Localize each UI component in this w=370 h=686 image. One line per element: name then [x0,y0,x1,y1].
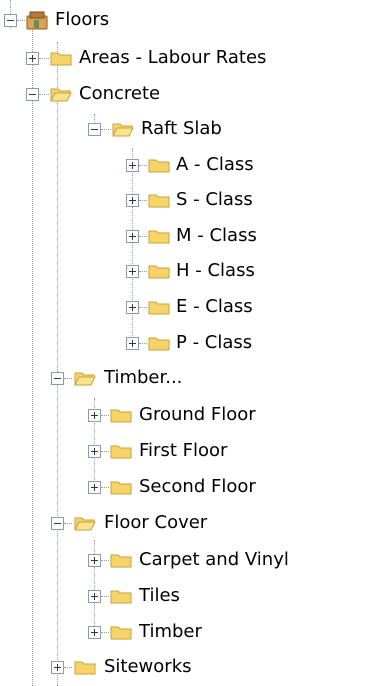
expand-toggle[interactable] [126,230,139,243]
folder-icon [148,337,170,351]
folder-icon [110,590,132,604]
expand-toggle[interactable] [88,445,101,458]
tree-node-label: First Floor [139,440,228,461]
tree-node-label: Second Floor [139,476,256,497]
tree-connector [139,343,147,344]
expand-toggle[interactable] [88,590,101,603]
tree-node-label: Carpet and Vinyl [139,549,289,570]
tree-connector [64,523,72,524]
expand-toggle[interactable] [126,159,139,172]
tree-node-label: E - Class [176,296,253,317]
tree-node-second-floor[interactable]: Second Floor [0,472,370,506]
tree-connector [64,378,72,379]
folder-icon [148,265,170,279]
expand-toggle[interactable] [126,265,139,278]
tree-connector [64,667,72,668]
tree-connector [139,200,147,201]
tree-node-first-floor[interactable]: First Floor [0,436,370,470]
tree-node-label: Timber... [104,367,183,388]
tree-node-ground-floor[interactable]: Ground Floor [0,400,370,434]
tree-connector [101,487,109,488]
tree-node-areas-labour-rates[interactable]: Areas - Labour Rates [0,43,370,77]
expand-toggle[interactable] [88,626,101,639]
tree-node-carpet-and-vinyl[interactable]: Carpet and Vinyl [0,545,370,579]
tree-node-floor-cover[interactable]: Floor Cover [0,508,370,542]
tree-node-s-class[interactable]: S - Class [0,185,370,219]
tree-view: Floors Areas - Labour Rates Concrete Raf… [0,0,370,686]
tree-node-p-class[interactable]: P - Class [0,328,370,362]
folder-icon [50,52,72,66]
tree-root-floors[interactable]: Floors [0,5,370,39]
tree-connector [101,632,109,633]
tree-node-label: S - Class [176,189,253,210]
tree-node-label: Floor Cover [104,512,208,533]
tree-node-label: Raft Slab [141,118,222,139]
tree-node-timber-cover[interactable]: Timber [0,617,370,651]
tree-connector [101,129,111,130]
folder-icon [110,626,132,640]
tree-connector [139,307,147,308]
expand-toggle[interactable] [126,194,139,207]
folder-open-icon [74,372,96,386]
tree-node-h-class[interactable]: H - Class [0,256,370,290]
folder-icon [110,445,132,459]
tree-node-raft-slab[interactable]: Raft Slab [0,114,370,148]
tree-node-label: Concrete [79,83,161,104]
folder-icon [74,661,96,675]
collapse-toggle[interactable] [51,372,64,385]
tree-node-m-class[interactable]: M - Class [0,221,370,255]
tree-connector [39,58,49,59]
tree-node-timber[interactable]: Timber... [0,363,370,397]
folder-icon [110,554,132,568]
tree-node-label: M - Class [176,225,257,246]
collapse-toggle[interactable] [4,14,17,27]
expand-toggle[interactable] [126,337,139,350]
collapse-toggle[interactable] [88,123,101,136]
tree-node-label: Tiles [139,585,180,606]
tree-connector [101,451,109,452]
folder-icon [148,194,170,208]
tree-connector [101,560,109,561]
tree-connector [101,596,109,597]
tree-connector [139,165,147,166]
folder-open-icon [74,517,96,531]
tree-node-label: P - Class [176,332,253,353]
folder-open-icon [112,123,134,137]
tree-node-tiles[interactable]: Tiles [0,581,370,615]
folder-icon [148,230,170,244]
tree-connector [139,271,147,272]
tree-node-label: Siteworks [104,656,192,677]
tree-node-label: Ground Floor [139,404,256,425]
folder-icon [148,301,170,315]
tree-node-label: Areas - Labour Rates [79,47,267,68]
collapse-toggle[interactable] [51,517,64,530]
expand-toggle[interactable] [126,301,139,314]
expand-toggle[interactable] [51,661,64,674]
folder-icon [110,481,132,495]
tree-node-label: Floors [55,9,110,30]
floors-icon [26,11,48,30]
expand-toggle[interactable] [26,52,39,65]
tree-connector [101,415,109,416]
tree-node-label: Timber [139,621,202,642]
folder-icon [110,409,132,423]
tree-node-a-class[interactable]: A - Class [0,150,370,184]
collapse-toggle[interactable] [26,88,39,101]
tree-connector [39,94,49,95]
tree-connector [17,20,25,21]
expand-toggle[interactable] [88,481,101,494]
tree-node-label: A - Class [176,154,254,175]
expand-toggle[interactable] [88,409,101,422]
folder-icon [148,159,170,173]
folder-open-icon [50,88,72,102]
tree-connector [139,236,147,237]
tree-node-label: H - Class [176,260,255,281]
expand-toggle[interactable] [88,554,101,567]
tree-node-e-class[interactable]: E - Class [0,292,370,326]
tree-node-concrete[interactable]: Concrete [0,79,370,113]
tree-node-siteworks[interactable]: Siteworks [0,652,370,686]
